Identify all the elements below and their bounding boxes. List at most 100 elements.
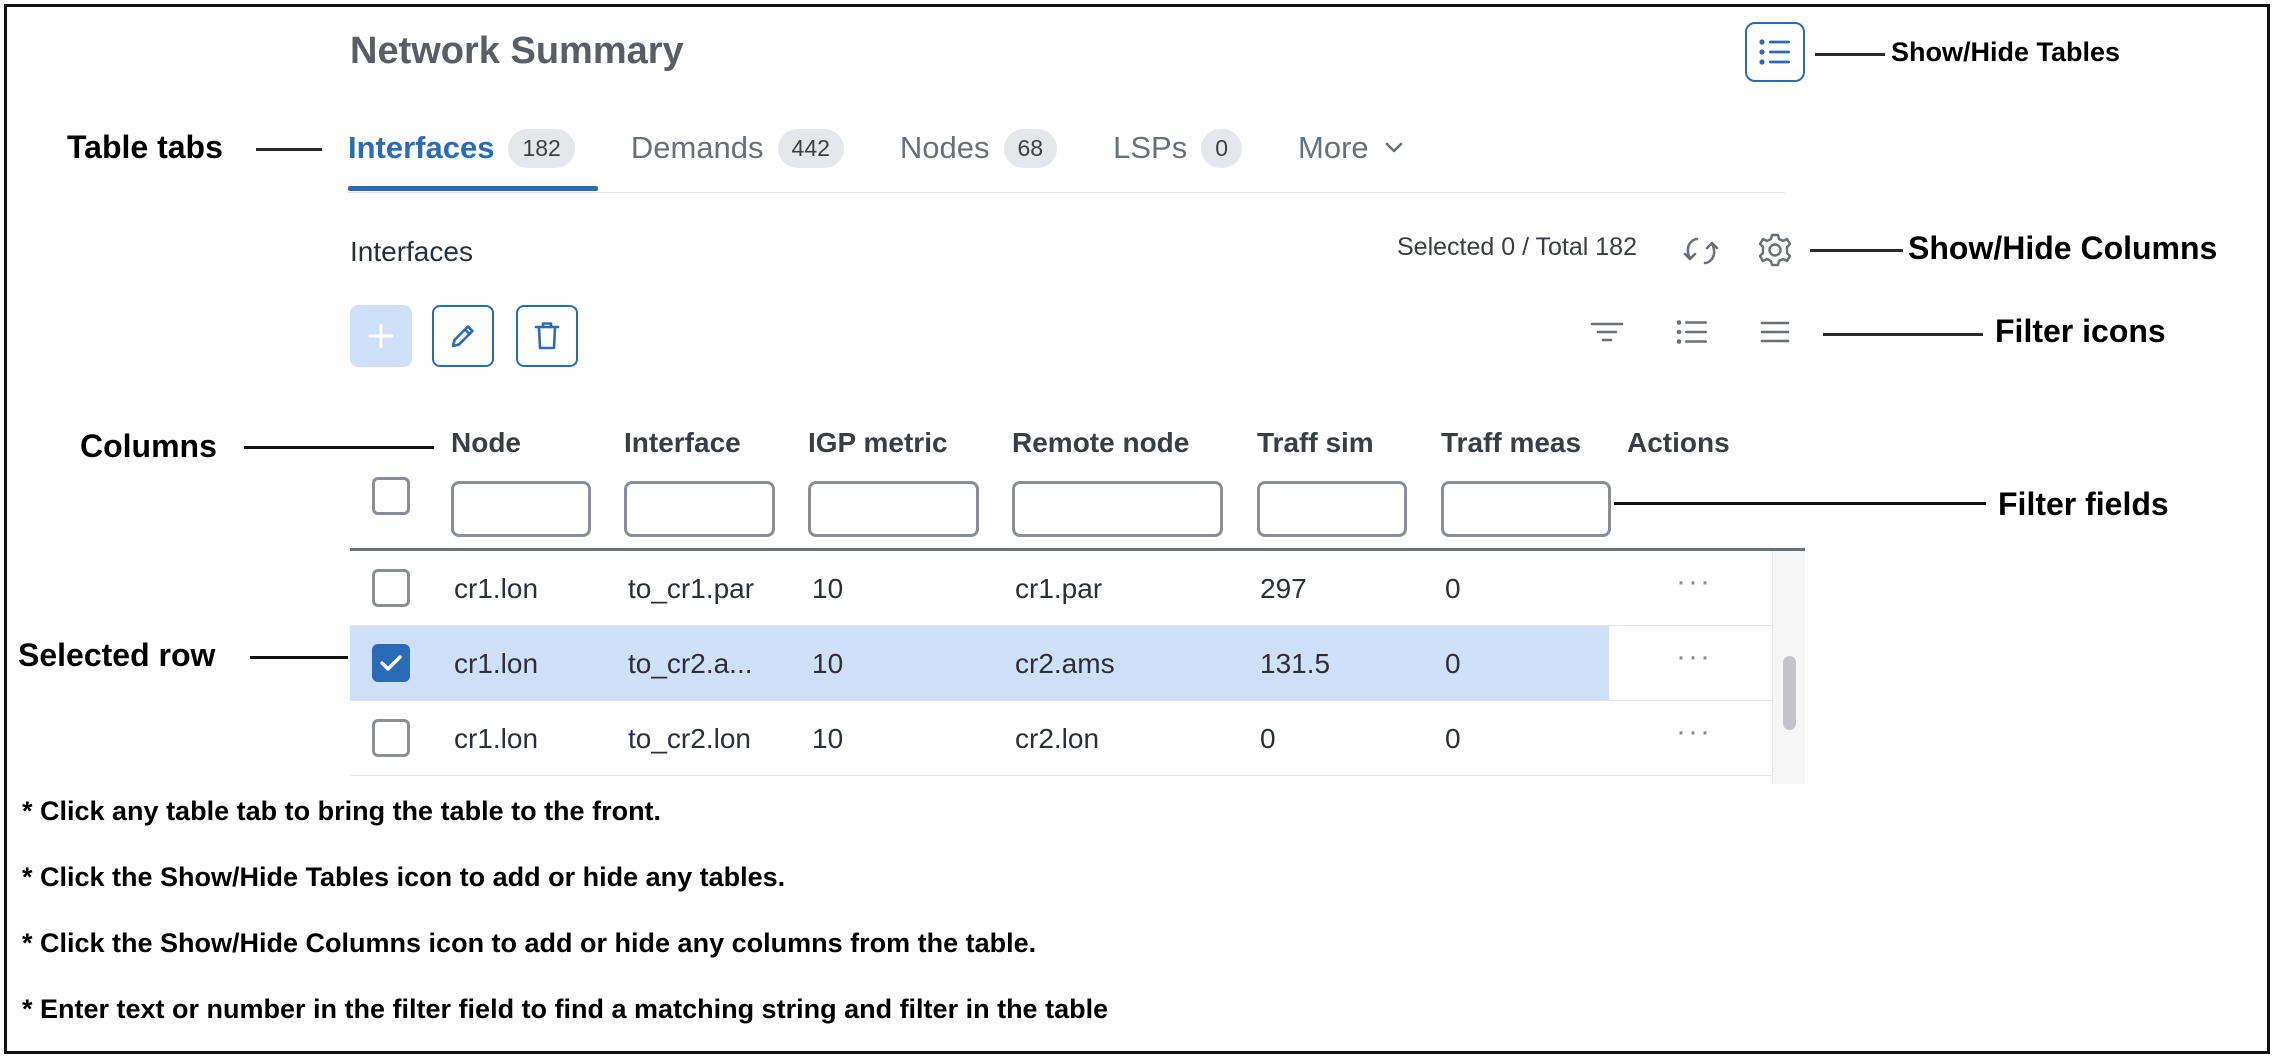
refresh-button[interactable] — [1682, 234, 1720, 273]
show-hide-tables-button[interactable] — [1745, 22, 1805, 82]
tab-label: Nodes — [899, 130, 990, 165]
filter-field-interface[interactable] — [624, 481, 775, 537]
column-header-node[interactable]: Node — [451, 427, 521, 459]
tab-label: LSPs — [1113, 130, 1188, 165]
list-icon — [1676, 320, 1707, 344]
annotation-show-hide-columns: Show/Hide Columns — [1908, 230, 2218, 266]
cell-remote-node: cr2.ams — [1015, 648, 1115, 679]
cell-traff-meas: 0 — [1445, 648, 1461, 679]
table-row-selected[interactable]: cr1.lon to_cr2.a... 10 cr2.ams 131.5 0 ·… — [350, 626, 1772, 701]
delete-button[interactable] — [516, 305, 578, 367]
row-actions-button[interactable]: ··· — [1676, 640, 1712, 674]
active-tab-indicator — [348, 186, 598, 191]
column-header-remote-node[interactable]: Remote node — [1012, 427, 1189, 459]
count-badge: 442 — [777, 128, 844, 168]
section-title: Interfaces — [350, 236, 473, 267]
tab-demands[interactable]: Demands 442 — [631, 118, 844, 178]
filter-button[interactable] — [1590, 320, 1624, 349]
cell-remote-node: cr1.par — [1015, 573, 1103, 604]
add-button[interactable] — [350, 305, 412, 367]
cell-interface: to_cr2.lon — [628, 723, 751, 754]
cell-traff-meas: 0 — [1445, 723, 1461, 754]
row-checkbox[interactable] — [372, 644, 410, 682]
instructions: * Click any table tab to bring the table… — [22, 796, 1108, 1060]
annotation-line — [1823, 333, 1983, 336]
cell-traff-sim: 131.5 — [1260, 648, 1331, 679]
count-badge: 182 — [508, 128, 575, 168]
annotation-line — [1815, 53, 1885, 56]
instruction-note: * Click any table tab to bring the table… — [22, 796, 662, 826]
tab-lsps[interactable]: LSPs 0 — [1113, 118, 1243, 178]
plus-icon — [368, 323, 394, 349]
column-header-traff-meas[interactable]: Traff meas — [1441, 427, 1581, 459]
filter-field-igp-metric[interactable] — [808, 481, 979, 537]
menu-icon — [1760, 321, 1790, 343]
pencil-icon — [451, 325, 474, 348]
count-badge: 0 — [1201, 128, 1243, 168]
filter-field-traff-meas[interactable] — [1441, 481, 1611, 537]
cell-remote-node: cr2.lon — [1015, 723, 1100, 754]
column-header-interface[interactable]: Interface — [624, 427, 741, 459]
row-actions-button[interactable]: ··· — [1676, 565, 1712, 599]
compact-view-button[interactable] — [1760, 320, 1790, 349]
trash-icon — [534, 322, 560, 350]
annotation-line — [250, 656, 348, 659]
tab-label: Demands — [630, 130, 764, 165]
check-icon — [380, 655, 402, 671]
annotation-line — [1614, 502, 1986, 505]
column-header-traff-sim[interactable]: Traff sim — [1257, 427, 1374, 459]
column-header-actions: Actions — [1627, 427, 1730, 458]
cell-interface: to_cr1.par — [628, 573, 755, 604]
list-icon — [1759, 39, 1790, 65]
list-view-button[interactable] — [1676, 319, 1708, 350]
tab-label: More — [1298, 130, 1369, 165]
table-scrollbar-thumb[interactable] — [1783, 656, 1796, 730]
cell-node: cr1.lon — [454, 648, 539, 679]
row-checkbox[interactable] — [372, 569, 410, 607]
gear-icon — [1758, 233, 1792, 267]
filter-icon — [1590, 322, 1624, 342]
column-header-igp-metric[interactable]: IGP metric — [808, 427, 948, 459]
cell-igp-metric: 10 — [812, 723, 844, 754]
annotation-filter-fields: Filter fields — [1998, 486, 2169, 522]
edit-button[interactable] — [432, 305, 494, 367]
tab-more[interactable]: More — [1298, 118, 1403, 178]
annotation-show-hide-tables: Show/Hide Tables — [1891, 37, 2121, 67]
row-actions-button[interactable]: ··· — [1676, 715, 1712, 749]
cell-traff-sim: 297 — [1260, 573, 1307, 604]
tab-interfaces[interactable]: Interfaces 182 — [348, 118, 575, 178]
tab-nodes[interactable]: Nodes 68 — [899, 118, 1058, 178]
refresh-icon — [1683, 237, 1719, 265]
cell-traff-sim: 0 — [1260, 723, 1276, 754]
annotation-selected-row: Selected row — [18, 637, 216, 673]
instruction-note: * Click the Show/Hide Tables icon to add… — [22, 862, 786, 892]
selected-row-highlight — [350, 626, 1609, 700]
filter-field-remote-node[interactable] — [1012, 481, 1223, 537]
cell-igp-metric: 10 — [812, 648, 844, 679]
annotation-table-tabs: Table tabs — [67, 129, 223, 165]
instruction-note: * Click the Show/Hide Columns icon to ad… — [22, 928, 1037, 958]
cell-interface: to_cr2.a... — [628, 648, 753, 679]
table-row[interactable]: cr1.lon to_cr1.par 10 cr1.par 297 0 ··· — [350, 551, 1772, 626]
annotation-line — [256, 148, 322, 151]
select-all-checkbox[interactable] — [372, 477, 410, 515]
table-tabs: Interfaces 182 Demands 442 Nodes 68 LSPs… — [348, 118, 1459, 178]
cell-node: cr1.lon — [454, 723, 539, 754]
cell-node: cr1.lon — [454, 573, 539, 604]
show-hide-columns-button[interactable] — [1757, 232, 1793, 273]
annotation-line — [1810, 249, 1903, 252]
filter-field-traff-sim[interactable] — [1257, 481, 1407, 537]
table-row[interactable]: cr1.lon to_cr2.lon 10 cr2.lon 0 0 ··· — [350, 701, 1772, 776]
annotation-filter-icons: Filter icons — [1995, 313, 2166, 349]
chevron-down-icon — [1385, 142, 1402, 153]
instruction-note: * Enter text or number in the filter fie… — [22, 994, 1109, 1024]
cell-igp-metric: 10 — [812, 573, 844, 604]
selection-status: Selected 0 / Total 182 — [1397, 233, 1637, 261]
filter-field-node[interactable] — [451, 481, 591, 537]
annotation-line — [244, 446, 434, 449]
cell-traff-meas: 0 — [1445, 573, 1461, 604]
count-badge: 68 — [1003, 128, 1058, 168]
row-checkbox[interactable] — [372, 719, 410, 757]
page-title: Network Summary — [350, 30, 684, 72]
tabs-divider — [348, 192, 1785, 193]
